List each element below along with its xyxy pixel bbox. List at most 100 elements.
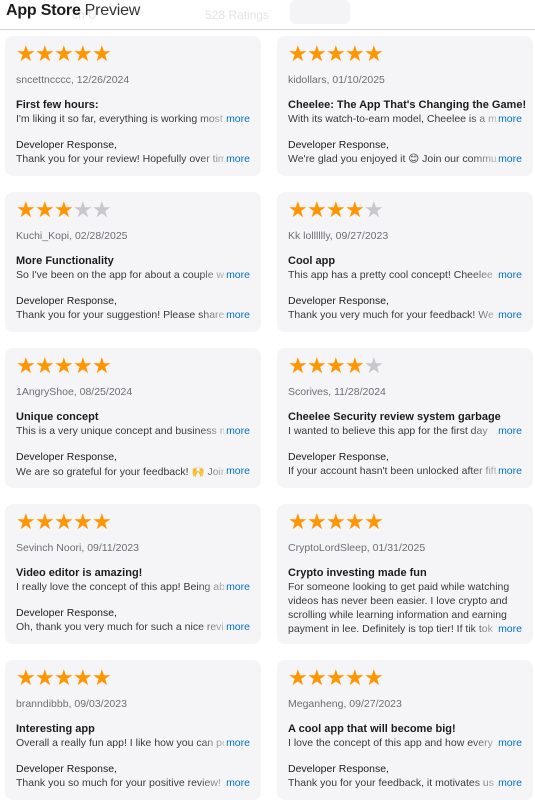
review-author-date: CryptoLordSleep, 01/31/2025: [288, 542, 426, 554]
developer-response-text: Thank you for your feedback, it motivate…: [288, 777, 495, 789]
review-title: More Functionality: [16, 255, 114, 267]
review-more-link[interactable]: more: [496, 623, 522, 635]
app-header: ch U 528 Ratings App Store Preview: [0, 0, 535, 30]
review-more-link[interactable]: more: [496, 425, 522, 437]
star-icon: ★: [288, 198, 308, 223]
developer-response-text: We are so grateful for your feedback! 🙌 …: [16, 466, 227, 478]
developer-response-more-link[interactable]: more: [496, 153, 522, 165]
star-icon: ★: [364, 510, 384, 535]
star-icon: ★: [345, 198, 365, 223]
review-card: ★ ★ ★ ★ ★ Kk lolllllly, 09/27/2023 Cool app Thi…: [277, 192, 533, 332]
review-title: First few hours:: [16, 99, 99, 111]
review-card: ★ ★ ★ ★ ★ sncettncccc, 12/26/2024 First few ho…: [5, 36, 261, 176]
developer-response-text: Oh, thank you very much for such a nice …: [16, 621, 238, 633]
review-body: payment in lee. Definitely is top tier! …: [288, 623, 493, 635]
star-icon: ★: [364, 198, 384, 223]
star-icon: ★: [35, 666, 55, 691]
star-icon: ★: [73, 666, 93, 691]
star-icon: ★: [288, 354, 308, 379]
star-icon: ★: [92, 354, 112, 379]
review-author-date: sncettncccc, 12/26/2024: [16, 74, 130, 86]
star-icon: ★: [364, 42, 384, 67]
star-icon: ★: [73, 198, 93, 223]
developer-response-label: Developer Response,: [16, 607, 117, 619]
review-card: ★ ★ ★ ★ ★ Sevinch Noori, 09/11/2023 Video edit…: [5, 504, 261, 644]
review-author-date: branndibbb, 09/03/2023: [16, 698, 127, 710]
review-more-link[interactable]: more: [224, 113, 250, 125]
star-icon: ★: [307, 198, 327, 223]
review-body: With its watch-to-earn model, Cheelee is…: [288, 113, 515, 125]
star-icon: ★: [326, 354, 346, 379]
star-icon: ★: [73, 510, 93, 535]
star-icon: ★: [54, 354, 74, 379]
developer-response-more-link[interactable]: more: [496, 309, 522, 321]
star-icon: ★: [326, 666, 346, 691]
developer-response-more-link[interactable]: more: [224, 153, 250, 165]
star-icon: ★: [326, 198, 346, 223]
developer-response-more-link[interactable]: more: [496, 465, 522, 477]
developer-response-more-link[interactable]: more: [224, 465, 250, 477]
star-icon: ★: [345, 666, 365, 691]
review-author-date: Meganheng, 09/27/2023: [288, 698, 402, 710]
header-ghost-graphic: [290, 0, 350, 24]
developer-response-text: If your account hasn't been unlocked aft…: [288, 465, 515, 477]
review-title: Interesting app: [16, 723, 95, 735]
review-title: Unique concept: [16, 411, 99, 423]
star-icon: ★: [92, 42, 112, 67]
developer-response-label: Developer Response,: [288, 451, 389, 463]
developer-response-text: Thank you for your review! Hopefully ove…: [16, 153, 250, 165]
review-card: ★ ★ ★ ★ ★ Scorives, 11/28/2024 Cheelee Securit…: [277, 348, 533, 488]
developer-response-label: Developer Response,: [288, 139, 389, 151]
review-more-link[interactable]: more: [224, 581, 250, 593]
review-body: So I've been on the app for about a coup…: [16, 269, 247, 281]
star-rating: ★ ★ ★ ★ ★: [288, 44, 522, 66]
developer-response-more-link[interactable]: more: [496, 777, 522, 789]
review-more-link[interactable]: more: [496, 113, 522, 125]
review-more-link[interactable]: more: [224, 269, 250, 281]
star-icon: ★: [307, 666, 327, 691]
star-icon: ★: [326, 42, 346, 67]
review-title: Video editor is amazing!: [16, 567, 143, 579]
review-body: videos has never been easier. I love cry…: [288, 595, 508, 607]
review-body: I really love the concept of this app! B…: [16, 581, 245, 593]
star-rating: ★ ★ ★ ★ ★: [16, 44, 250, 66]
developer-response-more-link[interactable]: more: [224, 621, 250, 633]
star-icon: ★: [73, 354, 93, 379]
developer-response-text: Thank you very much for your feedback! W…: [288, 309, 494, 321]
review-title: Cheelee: The App That's Changing the Gam…: [288, 99, 527, 111]
star-rating: ★ ★ ★ ★ ★: [288, 512, 522, 534]
star-icon: ★: [345, 510, 365, 535]
star-icon: ★: [54, 666, 74, 691]
review-author-date: Kk lolllllly, 09/27/2023: [288, 230, 389, 242]
review-more-link[interactable]: more: [496, 269, 522, 281]
review-author-date: kidollars, 01/10/2025: [288, 74, 385, 86]
star-icon: ★: [16, 666, 36, 691]
review-card: ★ ★ ★ ★ ★ Meganheng, 09/27/2023 A cool app tha…: [277, 660, 533, 800]
star-icon: ★: [54, 198, 74, 223]
star-icon: ★: [326, 510, 346, 535]
review-title: A cool app that will become big!: [288, 723, 456, 735]
star-rating: ★ ★ ★ ★ ★: [16, 200, 250, 222]
star-icon: ★: [35, 510, 55, 535]
developer-response-more-link[interactable]: more: [224, 309, 250, 321]
developer-response-more-link[interactable]: more: [224, 777, 250, 789]
review-card: ★ ★ ★ ★ ★ 1AngryShoe, 08/25/2024 Unique concep…: [5, 348, 261, 488]
review-more-link[interactable]: more: [224, 425, 250, 437]
header-ghost-ratings: 528 Ratings: [205, 8, 270, 22]
review-author-date: Kuchi_Kopi, 02/28/2025: [16, 230, 128, 242]
developer-response-label: Developer Response,: [288, 763, 389, 775]
star-icon: ★: [288, 666, 308, 691]
review-more-link[interactable]: more: [224, 737, 250, 749]
developer-response-label: Developer Response,: [16, 763, 117, 775]
star-icon: ★: [16, 510, 36, 535]
review-card: ★ ★ ★ ★ ★ Kuchi_Kopi, 02/28/2025 More Function…: [5, 192, 261, 332]
review-more-link[interactable]: more: [496, 737, 522, 749]
star-icon: ★: [92, 198, 112, 223]
review-card: ★ ★ ★ ★ ★ branndibbb, 09/03/2023 Interesting a…: [5, 660, 261, 800]
star-icon: ★: [35, 354, 55, 379]
review-body: Overall a really fun app! I like how you…: [16, 737, 237, 749]
review-author-date: Scorives, 11/28/2024: [288, 386, 386, 398]
star-icon: ★: [73, 42, 93, 67]
star-rating: ★ ★ ★ ★ ★: [16, 668, 250, 690]
review-author-date: Sevinch Noori, 09/11/2023: [16, 542, 139, 554]
